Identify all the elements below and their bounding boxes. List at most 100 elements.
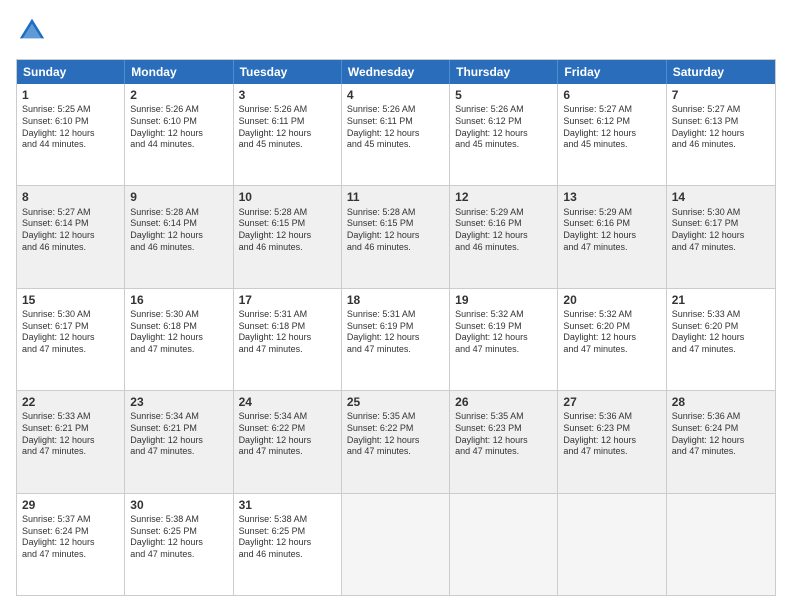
calendar-cell: 8Sunrise: 5:27 AM Sunset: 6:14 PM Daylig…	[17, 186, 125, 287]
weekday-header: Sunday	[17, 60, 125, 84]
day-number: 17	[239, 292, 336, 308]
day-number: 21	[672, 292, 770, 308]
day-number: 29	[22, 497, 119, 513]
weekday-header: Friday	[558, 60, 666, 84]
cell-info: Sunrise: 5:32 AM Sunset: 6:20 PM Dayligh…	[563, 309, 660, 356]
calendar-cell: 24Sunrise: 5:34 AM Sunset: 6:22 PM Dayli…	[234, 391, 342, 492]
cell-info: Sunrise: 5:30 AM Sunset: 6:18 PM Dayligh…	[130, 309, 227, 356]
day-number: 28	[672, 394, 770, 410]
cell-info: Sunrise: 5:28 AM Sunset: 6:15 PM Dayligh…	[239, 207, 336, 254]
cell-info: Sunrise: 5:33 AM Sunset: 6:21 PM Dayligh…	[22, 411, 119, 458]
cell-info: Sunrise: 5:35 AM Sunset: 6:22 PM Dayligh…	[347, 411, 444, 458]
calendar-cell: 6Sunrise: 5:27 AM Sunset: 6:12 PM Daylig…	[558, 84, 666, 185]
calendar-cell: 11Sunrise: 5:28 AM Sunset: 6:15 PM Dayli…	[342, 186, 450, 287]
calendar-cell: 14 Sunrise: 5:30 AM Sunset: 6:17 PM Dayli…	[667, 186, 775, 287]
calendar-cell: 2Sunrise: 5:26 AM Sunset: 6:10 PM Daylig…	[125, 84, 233, 185]
cell-info: Sunrise: 5:32 AM Sunset: 6:19 PM Dayligh…	[455, 309, 552, 356]
cell-info: Sunrise: 5:25 AM Sunset: 6:10 PM Dayligh…	[22, 104, 119, 151]
cell-info: Sunrise: 5:34 AM Sunset: 6:21 PM Dayligh…	[130, 411, 227, 458]
day-number: 4	[347, 87, 444, 103]
calendar-cell: 22Sunrise: 5:33 AM Sunset: 6:21 PM Dayli…	[17, 391, 125, 492]
calendar-cell-empty	[342, 494, 450, 595]
calendar-cell: 17Sunrise: 5:31 AM Sunset: 6:18 PM Dayli…	[234, 289, 342, 390]
calendar-cell: 28Sunrise: 5:36 AM Sunset: 6:24 PM Dayli…	[667, 391, 775, 492]
calendar-cell: 19Sunrise: 5:32 AM Sunset: 6:19 PM Dayli…	[450, 289, 558, 390]
day-number: 13	[563, 189, 660, 205]
logo	[16, 16, 46, 49]
calendar-cell: 12 Sunrise: 5:29 AM Sunset: 6:16 PM Dayli…	[450, 186, 558, 287]
day-number: 11	[347, 189, 444, 205]
day-number: 26	[455, 394, 552, 410]
cell-info: Sunrise: 5:38 AM Sunset: 6:25 PM Dayligh…	[239, 514, 336, 561]
cell-info: Sunrise: 5:26 AM Sunset: 6:11 PM Dayligh…	[347, 104, 444, 151]
calendar-row: 1Sunrise: 5:25 AM Sunset: 6:10 PM Daylig…	[17, 84, 775, 185]
day-number: 2	[130, 87, 227, 103]
cell-info: Sunrise: 5:27 AM Sunset: 6:13 PM Dayligh…	[672, 104, 770, 151]
calendar-cell: 27Sunrise: 5:36 AM Sunset: 6:23 PM Dayli…	[558, 391, 666, 492]
calendar-cell: 13 Sunrise: 5:29 AM Sunset: 6:16 PM Dayli…	[558, 186, 666, 287]
cell-info: Sunrise: 5:29 AM Sunset: 6:16 PM Dayligh…	[455, 207, 552, 254]
calendar-cell: 7Sunrise: 5:27 AM Sunset: 6:13 PM Daylig…	[667, 84, 775, 185]
day-number: 14	[672, 189, 770, 205]
day-number: 19	[455, 292, 552, 308]
day-number: 25	[347, 394, 444, 410]
cell-info: Sunrise: 5:27 AM Sunset: 6:12 PM Dayligh…	[563, 104, 660, 151]
calendar-row: 8Sunrise: 5:27 AM Sunset: 6:14 PM Daylig…	[17, 185, 775, 287]
header	[16, 16, 776, 49]
day-number: 27	[563, 394, 660, 410]
day-number: 15	[22, 292, 119, 308]
day-number: 1	[22, 87, 119, 103]
calendar-cell: 15Sunrise: 5:30 AM Sunset: 6:17 PM Dayli…	[17, 289, 125, 390]
day-number: 31	[239, 497, 336, 513]
calendar-cell: 16Sunrise: 5:30 AM Sunset: 6:18 PM Dayli…	[125, 289, 233, 390]
day-number: 9	[130, 189, 227, 205]
day-number: 5	[455, 87, 552, 103]
cell-info: Sunrise: 5:33 AM Sunset: 6:20 PM Dayligh…	[672, 309, 770, 356]
day-number: 3	[239, 87, 336, 103]
weekday-header: Saturday	[667, 60, 775, 84]
page: SundayMondayTuesdayWednesdayThursdayFrid…	[0, 0, 792, 612]
calendar-cell: 26Sunrise: 5:35 AM Sunset: 6:23 PM Dayli…	[450, 391, 558, 492]
weekday-header: Monday	[125, 60, 233, 84]
calendar-cell-empty	[558, 494, 666, 595]
day-number: 18	[347, 292, 444, 308]
cell-info: Sunrise: 5:29 AM Sunset: 6:16 PM Dayligh…	[563, 207, 660, 254]
day-number: 7	[672, 87, 770, 103]
day-number: 24	[239, 394, 336, 410]
calendar-cell: 25Sunrise: 5:35 AM Sunset: 6:22 PM Dayli…	[342, 391, 450, 492]
cell-info: Sunrise: 5:36 AM Sunset: 6:24 PM Dayligh…	[672, 411, 770, 458]
calendar-body: 1Sunrise: 5:25 AM Sunset: 6:10 PM Daylig…	[17, 84, 775, 595]
cell-info: Sunrise: 5:36 AM Sunset: 6:23 PM Dayligh…	[563, 411, 660, 458]
calendar-cell: 21Sunrise: 5:33 AM Sunset: 6:20 PM Dayli…	[667, 289, 775, 390]
calendar-cell: 31Sunrise: 5:38 AM Sunset: 6:25 PM Dayli…	[234, 494, 342, 595]
cell-info: Sunrise: 5:31 AM Sunset: 6:19 PM Dayligh…	[347, 309, 444, 356]
day-number: 23	[130, 394, 227, 410]
cell-info: Sunrise: 5:26 AM Sunset: 6:11 PM Dayligh…	[239, 104, 336, 151]
day-number: 8	[22, 189, 119, 205]
cell-info: Sunrise: 5:26 AM Sunset: 6:10 PM Dayligh…	[130, 104, 227, 151]
cell-info: Sunrise: 5:30 AM Sunset: 6:17 PM Dayligh…	[672, 207, 770, 254]
calendar-cell: 10Sunrise: 5:28 AM Sunset: 6:15 PM Dayli…	[234, 186, 342, 287]
day-number: 22	[22, 394, 119, 410]
weekday-header: Tuesday	[234, 60, 342, 84]
day-number: 30	[130, 497, 227, 513]
calendar-cell: 4Sunrise: 5:26 AM Sunset: 6:11 PM Daylig…	[342, 84, 450, 185]
calendar-cell: 5Sunrise: 5:26 AM Sunset: 6:12 PM Daylig…	[450, 84, 558, 185]
logo-icon	[18, 16, 46, 44]
calendar-cell: 9Sunrise: 5:28 AM Sunset: 6:14 PM Daylig…	[125, 186, 233, 287]
day-number: 12	[455, 189, 552, 205]
calendar-cell: 23Sunrise: 5:34 AM Sunset: 6:21 PM Dayli…	[125, 391, 233, 492]
calendar-cell: 1Sunrise: 5:25 AM Sunset: 6:10 PM Daylig…	[17, 84, 125, 185]
weekday-header: Wednesday	[342, 60, 450, 84]
calendar-cell: 18Sunrise: 5:31 AM Sunset: 6:19 PM Dayli…	[342, 289, 450, 390]
calendar-cell: 30Sunrise: 5:38 AM Sunset: 6:25 PM Dayli…	[125, 494, 233, 595]
calendar-cell: 20Sunrise: 5:32 AM Sunset: 6:20 PM Dayli…	[558, 289, 666, 390]
calendar-cell: 29Sunrise: 5:37 AM Sunset: 6:24 PM Dayli…	[17, 494, 125, 595]
calendar-row: 22Sunrise: 5:33 AM Sunset: 6:21 PM Dayli…	[17, 390, 775, 492]
cell-info: Sunrise: 5:38 AM Sunset: 6:25 PM Dayligh…	[130, 514, 227, 561]
calendar-header: SundayMondayTuesdayWednesdayThursdayFrid…	[17, 60, 775, 84]
cell-info: Sunrise: 5:30 AM Sunset: 6:17 PM Dayligh…	[22, 309, 119, 356]
calendar-row: 29Sunrise: 5:37 AM Sunset: 6:24 PM Dayli…	[17, 493, 775, 595]
cell-info: Sunrise: 5:35 AM Sunset: 6:23 PM Dayligh…	[455, 411, 552, 458]
weekday-header: Thursday	[450, 60, 558, 84]
